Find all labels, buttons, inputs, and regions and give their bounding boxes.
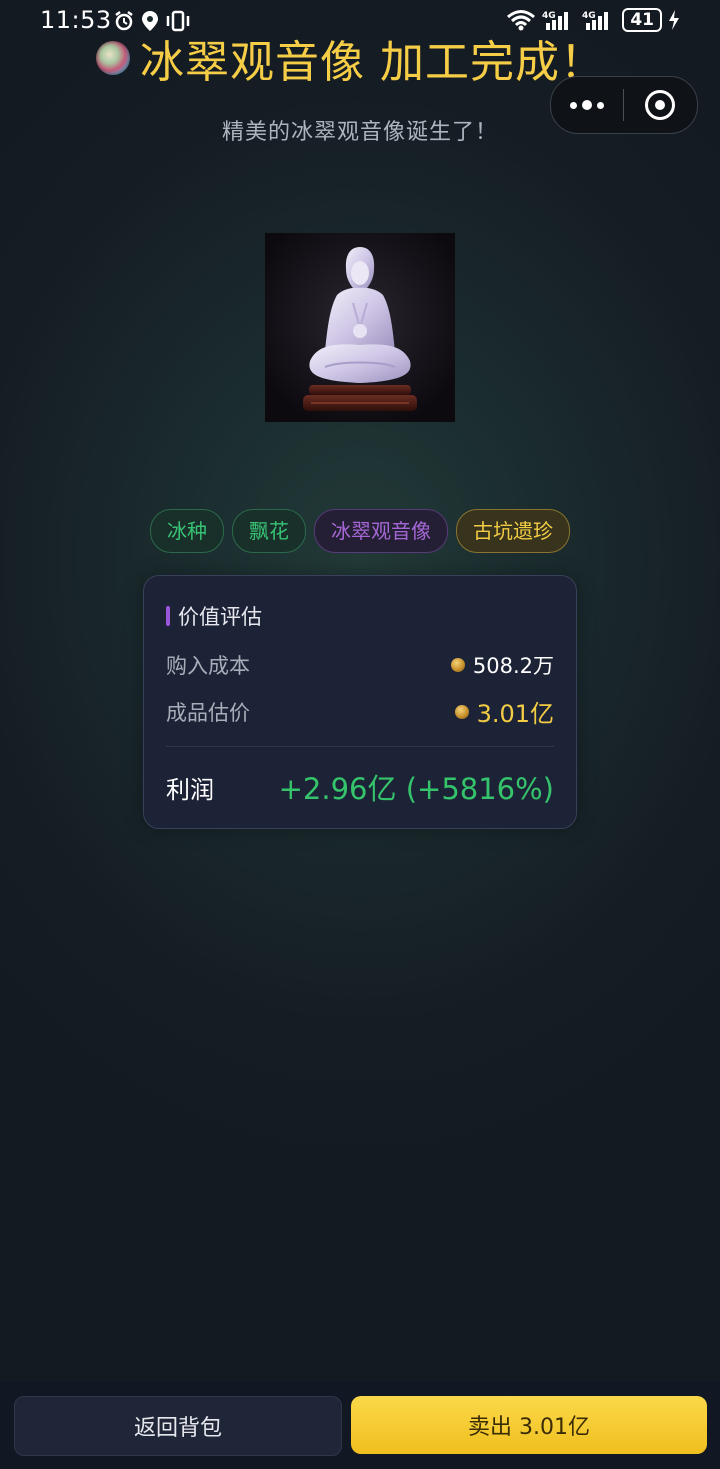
estimate-label: 成品估价 (166, 700, 250, 725)
profit-value: +2.96亿 (+5816%) (278, 772, 554, 806)
valuation-card: 价值评估 购入成本 508.2万 成品估价 3.01亿 利润 +2.96亿 (+… (143, 575, 577, 829)
cost-row: 购入成本 508.2万 (166, 650, 554, 680)
guanyin-statue-image (265, 233, 455, 422)
title-accent-bar (166, 606, 170, 626)
more-dot-icon (570, 101, 577, 109)
close-miniprogram-button[interactable] (624, 77, 696, 133)
page-title: 冰翠观音像 加工完成！ (140, 37, 605, 88)
profit-label: 利润 (166, 775, 214, 804)
svg-text:4G: 4G (582, 11, 596, 21)
miniprogram-capsule (550, 76, 698, 134)
valuation-title: 价值评估 (166, 601, 262, 631)
card-divider (166, 746, 554, 747)
battery-level: 41 (622, 8, 662, 32)
more-dot-icon (582, 100, 592, 110)
tag-ancient-treasure: 古坑遗珍 (456, 509, 570, 553)
more-options-button[interactable] (551, 77, 623, 133)
cost-value-group: 508.2万 (450, 650, 554, 680)
profit-row: 利润 +2.96亿 (+5816%) (166, 766, 554, 808)
more-dot-icon (597, 101, 604, 109)
tag-floating-flower: 飘花 (232, 509, 306, 553)
cost-value: 508.2万 (472, 654, 554, 678)
page-title-row: 冰翠观音像 加工完成！ (96, 26, 605, 90)
tag-product-name: 冰翠观音像 (314, 509, 448, 553)
estimate-value-group: 3.01亿 (454, 694, 554, 729)
cost-label: 购入成本 (166, 654, 250, 678)
charging-icon (669, 10, 679, 30)
attribute-tags: 冰种 飘花 冰翠观音像 古坑遗珍 (0, 509, 720, 553)
estimate-value: 3.01亿 (476, 700, 554, 728)
sell-button[interactable]: 卖出 3.01亿 (351, 1396, 707, 1454)
coin-icon (450, 658, 465, 672)
tag-ice-type: 冰种 (150, 509, 224, 553)
target-close-icon (645, 90, 675, 120)
jade-ball-icon (96, 41, 130, 75)
coin-icon (454, 704, 469, 719)
estimate-row: 成品估价 3.01亿 (166, 694, 554, 729)
back-to-bag-button[interactable]: 返回背包 (14, 1396, 342, 1456)
valuation-title-text: 价值评估 (178, 605, 262, 629)
svg-text:4G: 4G (542, 11, 556, 21)
